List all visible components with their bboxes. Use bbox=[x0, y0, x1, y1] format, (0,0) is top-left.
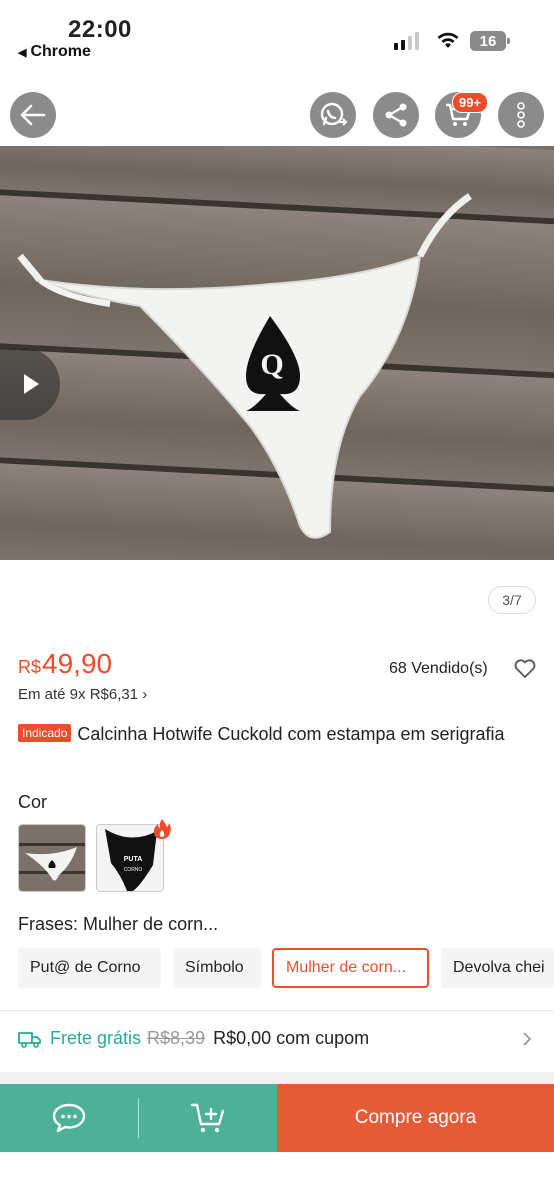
back-app-label: Chrome bbox=[30, 43, 91, 60]
status-bar: 22:00 ◀ Chrome 16 bbox=[0, 0, 554, 72]
bottom-action-bar: Compre agora bbox=[0, 1084, 554, 1152]
phrases-selected-text: Mulher de corn... bbox=[83, 914, 219, 934]
old-shipping-price: R$8,39 bbox=[147, 1028, 206, 1048]
cart-badge: 99+ bbox=[452, 92, 489, 113]
coupon-shipping-price: R$0,00 com cupom bbox=[213, 1028, 370, 1048]
share-icon bbox=[385, 103, 407, 127]
phrase-option[interactable]: Símbolo bbox=[173, 948, 261, 988]
play-icon bbox=[24, 374, 39, 394]
truck-icon bbox=[18, 1031, 41, 1048]
heart-icon bbox=[514, 659, 536, 678]
phrase-option-selected[interactable]: Mulher de corn... bbox=[272, 948, 429, 988]
product-price: R$49,90 bbox=[18, 648, 112, 680]
phrases-label: Frases: Mulher de corn... bbox=[18, 914, 218, 935]
more-icon bbox=[517, 102, 525, 128]
shipping-row[interactable]: Frete grátis R$8,39 R$0,00 com cupom bbox=[18, 1028, 369, 1049]
section-divider bbox=[0, 1010, 554, 1011]
gallery-page-indicator: 3/7 bbox=[488, 586, 536, 614]
recommended-tag: Indicado bbox=[18, 724, 72, 742]
product-photo-panties: Q bbox=[17, 193, 472, 539]
price-currency: R$ bbox=[18, 657, 42, 677]
installment-text: Em até 9x R$6,31 bbox=[18, 686, 139, 703]
phrase-option[interactable]: Put@ de Corno bbox=[18, 948, 161, 988]
battery-indicator: 16 bbox=[470, 31, 510, 51]
whatsapp-share-button[interactable] bbox=[310, 92, 356, 138]
back-triangle-icon: ◀ bbox=[18, 47, 27, 59]
back-button[interactable] bbox=[10, 92, 56, 138]
fire-icon bbox=[152, 818, 172, 845]
price-value: 49,90 bbox=[42, 648, 113, 679]
svg-text:Q: Q bbox=[260, 348, 283, 381]
product-title: Indicado Calcinha Hotwife Cuckold com est… bbox=[18, 722, 538, 747]
status-time: 22:00 bbox=[68, 16, 132, 43]
back-to-app-link[interactable]: ◀ Chrome bbox=[18, 43, 91, 61]
color-option-white[interactable] bbox=[18, 824, 86, 892]
installment-link[interactable]: Em até 9x R$6,31 › bbox=[18, 686, 147, 703]
back-arrow-icon bbox=[20, 104, 46, 126]
share-button[interactable] bbox=[373, 92, 419, 138]
product-title-text: Calcinha Hotwife Cuckold com estampa em … bbox=[77, 724, 505, 744]
svg-text:CORNO: CORNO bbox=[124, 867, 143, 873]
product-image[interactable]: Q bbox=[0, 146, 554, 560]
chevron-right-icon bbox=[522, 1031, 532, 1052]
add-to-cart-icon bbox=[190, 1103, 225, 1133]
section-separator bbox=[0, 1072, 554, 1084]
chat-button[interactable] bbox=[0, 1084, 138, 1152]
wifi-icon bbox=[436, 31, 460, 54]
white-panties-thumbnail bbox=[19, 825, 85, 891]
add-to-cart-button[interactable] bbox=[139, 1084, 277, 1152]
chevron-right-icon: › bbox=[142, 686, 148, 703]
favorite-button[interactable] bbox=[514, 659, 536, 684]
whatsapp-share-icon bbox=[320, 102, 348, 126]
free-shipping-label: Frete grátis bbox=[50, 1028, 142, 1048]
phrase-option[interactable]: Devolva chei bbox=[441, 948, 554, 988]
phrases-label-text: Frases: bbox=[18, 914, 79, 934]
product-header: 99+ bbox=[0, 72, 554, 146]
more-options-button[interactable] bbox=[498, 92, 544, 138]
sold-count: 68 Vendido(s) bbox=[389, 660, 488, 677]
chat-icon bbox=[52, 1103, 86, 1133]
home-indicator-area bbox=[0, 1152, 554, 1200]
color-label: Cor bbox=[18, 792, 48, 812]
signal-icon bbox=[394, 32, 419, 50]
svg-text:PUTA: PUTA bbox=[124, 856, 143, 863]
buy-now-button[interactable]: Compre agora bbox=[277, 1084, 554, 1152]
